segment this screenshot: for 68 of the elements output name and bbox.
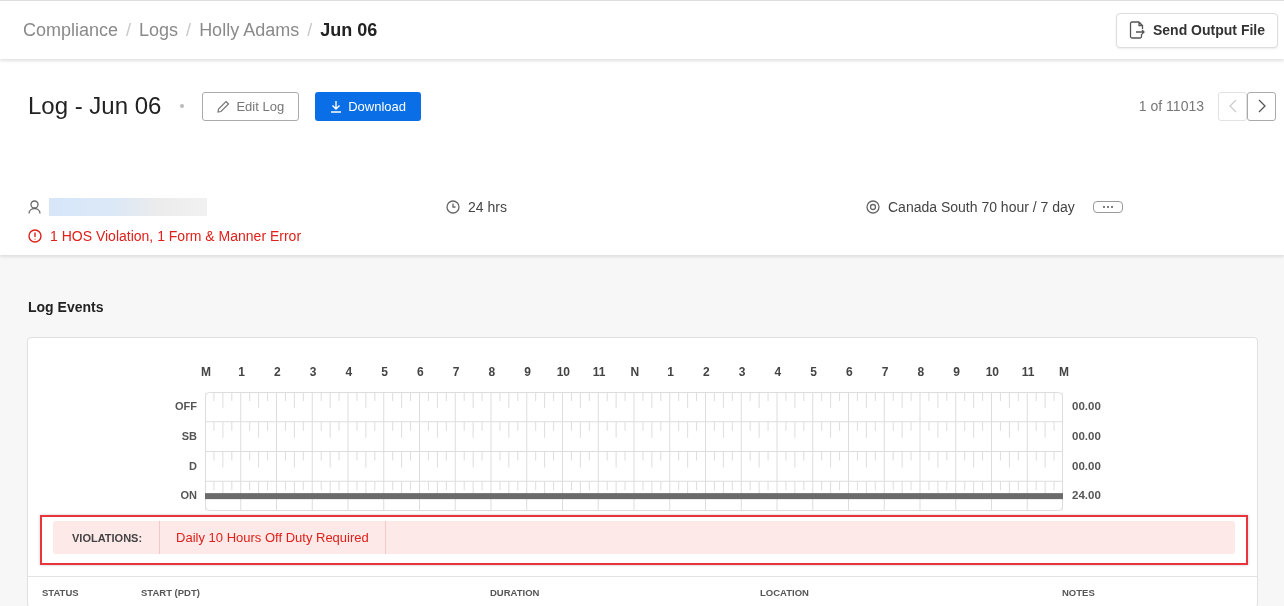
- edit-log-button[interactable]: Edit Log: [202, 91, 300, 121]
- chevron-left-icon: [1228, 99, 1237, 113]
- violation-summary: 1 HOS Violation, 1 Form & Manner Error: [50, 228, 302, 244]
- pencil-icon: [217, 99, 231, 113]
- target-icon: [866, 200, 880, 214]
- status-total: 24.00: [1072, 488, 1101, 504]
- hour-label: 5: [380, 365, 389, 381]
- hour-label: 11: [1020, 365, 1036, 381]
- hour-label: 8: [916, 365, 926, 381]
- status-dot: [180, 104, 185, 108]
- hour-label: 10: [555, 365, 572, 381]
- hour-label: 7: [451, 365, 461, 381]
- status-total: 00.00: [1072, 399, 1101, 414]
- hour-label: 3: [308, 365, 318, 381]
- hour-label: 2: [273, 365, 282, 381]
- hour-label: 5: [809, 365, 818, 381]
- hour-label: 9: [952, 365, 961, 381]
- hour-label: 10: [984, 365, 1001, 381]
- hour-label: 2: [702, 365, 711, 381]
- hour-label: 6: [416, 365, 425, 381]
- file-export-icon: [1129, 21, 1145, 39]
- breadcrumb-link[interactable]: Compliance: [23, 19, 119, 41]
- hour-label: 3: [737, 365, 747, 381]
- hour-label: 1: [666, 365, 675, 381]
- person-icon: [28, 200, 41, 214]
- log-title: Log - Jun 06: [28, 92, 162, 120]
- section-title: Log Events: [28, 299, 105, 315]
- hour-label: 8: [487, 365, 497, 381]
- breadcrumb-separator: /: [126, 19, 132, 41]
- hour-label: 9: [523, 365, 532, 381]
- hour-label: 1: [237, 365, 246, 381]
- hour-label: 7: [880, 365, 890, 381]
- breadcrumb-separator: /: [307, 19, 313, 41]
- ruleset-text: Canada South 70 hour / 7 day: [888, 199, 1075, 215]
- duration-text: 24 hrs: [468, 199, 507, 215]
- more-button[interactable]: [1092, 201, 1123, 213]
- violations-label: VIOLATIONS:: [53, 521, 161, 554]
- alert-icon: [28, 229, 42, 243]
- status-total: 00.00: [1072, 458, 1101, 474]
- hour-label: 4: [773, 365, 783, 381]
- hour-label: 4: [344, 365, 354, 381]
- next-page-button[interactable]: [1247, 91, 1276, 121]
- breadcrumb-link[interactable]: Holly Adams: [199, 19, 300, 41]
- breadcrumb-link[interactable]: Jun 06: [320, 19, 378, 41]
- download-button[interactable]: Download: [315, 91, 421, 121]
- hour-label: 6: [845, 365, 854, 381]
- duty-status-label: OFF: [175, 399, 197, 414]
- column-header: STATUS: [42, 586, 80, 598]
- duty-status-label: D: [189, 458, 197, 474]
- column-header: START (PDT): [141, 586, 201, 598]
- hour-label: M: [1057, 365, 1070, 381]
- clock-icon: [446, 200, 460, 214]
- chevron-right-icon: [1257, 99, 1266, 113]
- column-header: DURATION: [490, 586, 541, 598]
- page-count: 1 of 11013: [1138, 98, 1204, 114]
- column-header: LOCATION: [760, 586, 810, 598]
- send-output-file-button[interactable]: Send Output File: [1116, 12, 1278, 48]
- breadcrumb-link[interactable]: Logs: [139, 19, 179, 41]
- duty-status-label: ON: [180, 488, 197, 504]
- download-icon: [330, 99, 343, 113]
- violation-item: Daily 10 Hours Off Duty Required: [160, 521, 386, 554]
- status-total: 00.00: [1072, 428, 1101, 444]
- hour-label: 11: [591, 365, 607, 381]
- duty-status-label: SB: [181, 428, 197, 444]
- hour-label: M: [199, 365, 212, 381]
- hour-label: N: [629, 365, 641, 381]
- column-header: NOTES: [1062, 586, 1096, 598]
- breadcrumb-separator: /: [186, 19, 192, 41]
